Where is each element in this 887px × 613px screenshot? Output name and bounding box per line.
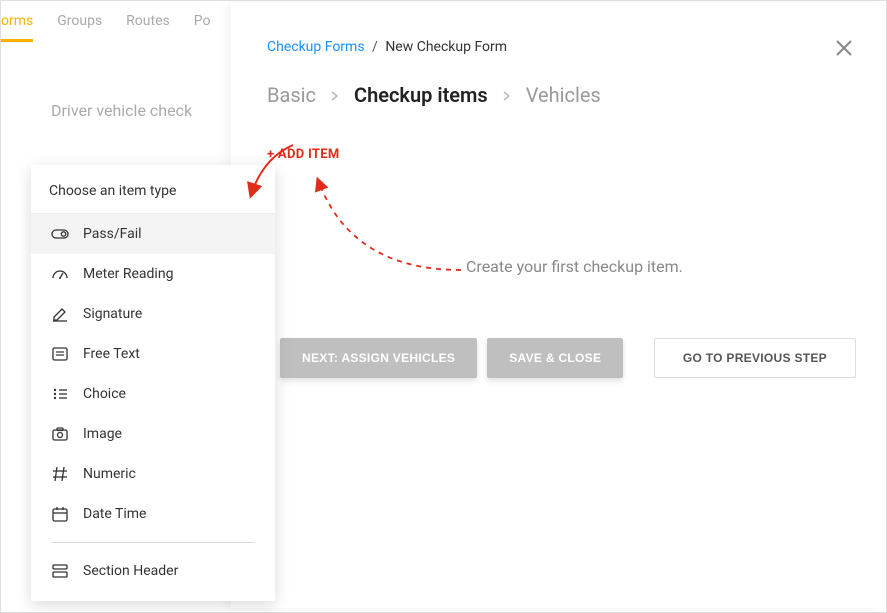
breadcrumb-link[interactable]: Checkup Forms [267,39,365,55]
popup-header: Choose an item type [31,165,275,214]
previous-step-button[interactable]: GO TO PREVIOUS STEP [654,338,856,378]
popup-item-label: Pass/Fail [83,226,142,242]
close-button[interactable] [835,35,853,61]
background-card-title: Driver vehicle check [51,101,192,120]
bg-tab-po: Po [194,13,211,42]
popup-item-label: Section Header [83,563,178,579]
background-tabs: orms Groups Routes Po [1,13,210,42]
close-icon [835,33,853,63]
popup-item-label: Signature [83,306,142,322]
gauge-icon [51,265,69,283]
add-item-button[interactable]: + ADD ITEM [267,147,340,162]
hash-icon [51,465,69,483]
wizard-step-vehicles[interactable]: Vehicles [526,83,601,107]
breadcrumb-current: New Checkup Form [385,39,507,55]
popup-item-label: Numeric [83,466,136,482]
next-button[interactable]: NEXT: ASSIGN VEHICLES [280,338,477,378]
bg-tab-forms: orms [1,13,33,42]
popup-item-label: Choice [83,386,126,402]
popup-item-freetext[interactable]: Free Text [31,334,275,374]
camera-icon [51,425,69,443]
text-icon [51,345,69,363]
button-row: NEXT: ASSIGN VEHICLES SAVE & CLOSE GO TO… [280,338,856,378]
save-close-button[interactable]: SAVE & CLOSE [487,338,623,378]
popup-item-label: Free Text [83,346,140,362]
popup-item-passfail[interactable]: Pass/Fail [31,214,275,254]
choice-icon [51,385,69,403]
popup-item-image[interactable]: Image [31,414,275,454]
hint-text: Create your first checkup item. [466,257,683,276]
popup-item-label: Date Time [83,506,146,522]
popup-item-datetime[interactable]: Date Time [31,494,275,534]
popup-item-section[interactable]: Section Header [31,551,275,591]
popup-item-label: Image [83,426,122,442]
modal-panel: Checkup Forms / New Checkup Form Basic C… [231,3,881,608]
popup-item-numeric[interactable]: Numeric [31,454,275,494]
breadcrumb-separator: / [372,39,378,55]
popup-item-meter[interactable]: Meter Reading [31,254,275,294]
bg-tab-groups: Groups [57,13,102,42]
item-type-popup: Choose an item type Pass/Fail Meter Read… [31,165,275,601]
popup-divider [51,542,255,543]
wizard-step-basic[interactable]: Basic [267,83,316,107]
wizard-steps: Basic Checkup items Vehicles [267,83,845,107]
chevron-right-icon [330,86,340,105]
popup-item-signature[interactable]: Signature [31,294,275,334]
calendar-icon [51,505,69,523]
section-icon [51,562,69,580]
popup-item-label: Meter Reading [83,266,173,282]
wizard-step-items[interactable]: Checkup items [354,83,488,107]
bg-tab-routes: Routes [126,13,170,42]
toggle-icon [51,225,69,243]
popup-item-choice[interactable]: Choice [31,374,275,414]
breadcrumb: Checkup Forms / New Checkup Form [267,39,845,55]
chevron-right-icon [502,86,512,105]
signature-icon [51,305,69,323]
